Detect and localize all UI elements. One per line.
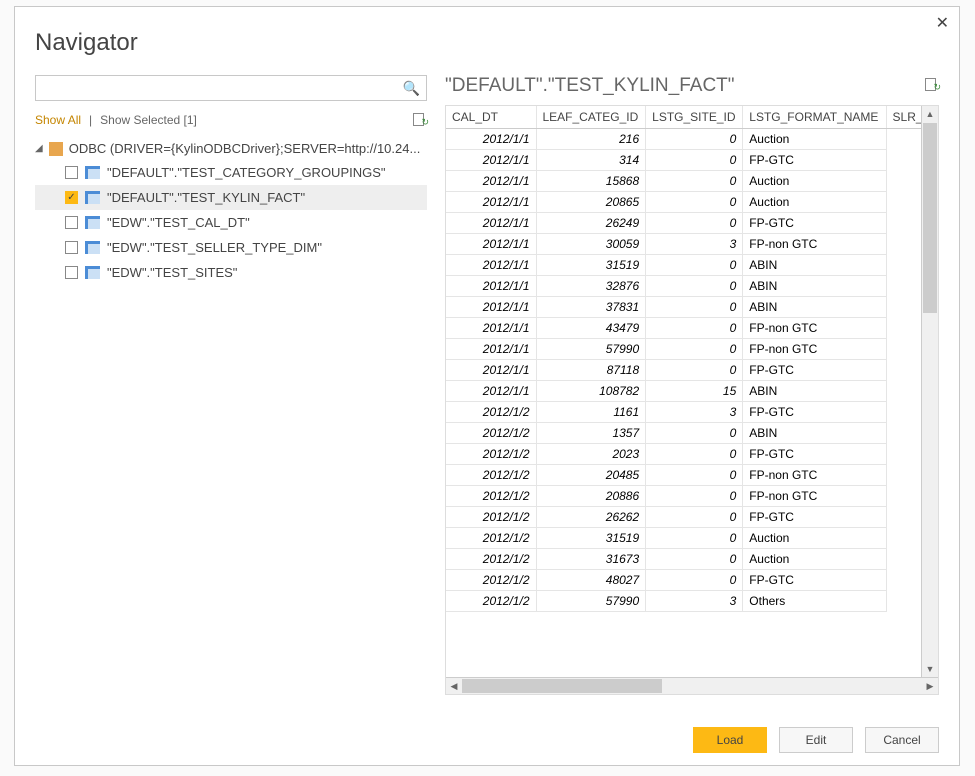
tree-item[interactable]: "DEFAULT"."TEST_CATEGORY_GROUPINGS" [35, 160, 427, 185]
table-row[interactable]: 2012/1/2480270FP-GTC [446, 570, 938, 591]
column-header[interactable]: CAL_DT [446, 106, 536, 129]
table-row[interactable]: 2012/1/2579903Others [446, 591, 938, 612]
checkbox[interactable] [65, 241, 78, 254]
show-selected-link[interactable]: Show Selected [1] [100, 113, 197, 127]
search-icon[interactable]: 🔍 [403, 80, 420, 97]
table-icon [85, 241, 100, 254]
filter-bar: Show All | Show Selected [1] [35, 101, 427, 137]
table-row[interactable]: 2012/1/2262620FP-GTC [446, 507, 938, 528]
close-icon[interactable]: ✕ [936, 13, 949, 33]
edit-button[interactable]: Edit [779, 727, 853, 753]
tree-item[interactable]: ✓ "DEFAULT"."TEST_KYLIN_FACT" [35, 185, 427, 210]
scroll-up-icon: ▲ [922, 106, 938, 122]
preview-title: "DEFAULT"."TEST_KYLIN_FACT" [445, 75, 925, 97]
table-row[interactable]: 2012/1/13140FP-GTC [446, 150, 938, 171]
search-input[interactable] [36, 81, 426, 95]
database-icon [49, 142, 63, 156]
table-row[interactable]: 2012/1/110878215ABIN [446, 381, 938, 402]
dialog-body: 🔍 Show All | Show Selected [1] ◢ ODBC (D… [15, 75, 959, 695]
tree-item[interactable]: "EDW"."TEST_CAL_DT" [35, 210, 427, 235]
table-icon [85, 166, 100, 179]
checkbox[interactable] [65, 166, 78, 179]
dialog-footer: Load Edit Cancel [693, 727, 939, 753]
column-header[interactable]: LSTG_SITE_ID [646, 106, 743, 129]
scroll-thumb[interactable] [923, 123, 937, 313]
table-row[interactable]: 2012/1/2316730Auction [446, 549, 938, 570]
table-row[interactable]: 2012/1/211613FP-GTC [446, 402, 938, 423]
preview-header: "DEFAULT"."TEST_KYLIN_FACT" [445, 75, 939, 105]
source-tree: ◢ ODBC (DRIVER={KylinODBCDriver};SERVER=… [35, 137, 427, 285]
table-row[interactable]: 2012/1/1262490FP-GTC [446, 213, 938, 234]
tree-item-label: "DEFAULT"."TEST_KYLIN_FACT" [107, 190, 305, 205]
table-row[interactable]: 2012/1/2315190Auction [446, 528, 938, 549]
column-header[interactable]: LSTG_FORMAT_NAME [743, 106, 886, 129]
table-row[interactable]: 2012/1/1315190ABIN [446, 255, 938, 276]
table-icon [85, 191, 100, 204]
search-input-wrapper: 🔍 [35, 75, 427, 101]
checkbox[interactable] [65, 216, 78, 229]
tree-root[interactable]: ◢ ODBC (DRIVER={KylinODBCDriver};SERVER=… [35, 137, 427, 160]
scroll-right-icon: ▶ [922, 678, 938, 694]
table-icon [85, 216, 100, 229]
table-row[interactable]: 2012/1/12160Auction [446, 129, 938, 150]
vertical-scrollbar[interactable]: ▲ ▼ [921, 106, 938, 677]
scroll-down-icon: ▼ [922, 661, 938, 677]
navigator-dialog: ✕ Navigator 🔍 Show All | Show Selected [… [14, 6, 960, 766]
table-icon [85, 266, 100, 279]
table-row[interactable]: 2012/1/2208860FP-non GTC [446, 486, 938, 507]
column-header[interactable]: LEAF_CATEG_ID [536, 106, 646, 129]
tree-item[interactable]: "EDW"."TEST_SITES" [35, 260, 427, 285]
tree-item-label: "EDW"."TEST_CAL_DT" [107, 215, 250, 230]
table-row[interactable]: 2012/1/1208650Auction [446, 192, 938, 213]
left-panel: 🔍 Show All | Show Selected [1] ◢ ODBC (D… [35, 75, 445, 695]
table-row[interactable]: 2012/1/2204850FP-non GTC [446, 465, 938, 486]
load-button[interactable]: Load [693, 727, 767, 753]
refresh-icon[interactable] [413, 111, 427, 129]
checkbox[interactable] [65, 266, 78, 279]
scroll-left-icon: ◀ [446, 678, 462, 694]
refresh-preview-icon[interactable] [925, 76, 939, 96]
table-row[interactable]: 2012/1/220230FP-GTC [446, 444, 938, 465]
table-row[interactable]: 2012/1/1300593FP-non GTC [446, 234, 938, 255]
tree-item-label: "DEFAULT"."TEST_CATEGORY_GROUPINGS" [107, 165, 386, 180]
table-row[interactable]: 2012/1/1378310ABIN [446, 297, 938, 318]
tree-root-label: ODBC (DRIVER={KylinODBCDriver};SERVER=ht… [69, 141, 421, 156]
table-row[interactable]: 2012/1/1579900FP-non GTC [446, 339, 938, 360]
tree-item-label: "EDW"."TEST_SITES" [107, 265, 237, 280]
cancel-button[interactable]: Cancel [865, 727, 939, 753]
caret-down-icon[interactable]: ◢ [35, 143, 43, 154]
checkbox[interactable]: ✓ [65, 191, 78, 204]
horizontal-scrollbar[interactable]: ◀ ▶ [446, 677, 938, 694]
tree-item-label: "EDW"."TEST_SELLER_TYPE_DIM" [107, 240, 322, 255]
dialog-title: Navigator [15, 7, 959, 75]
data-table: CAL_DTLEAF_CATEG_IDLSTG_SITE_IDLSTG_FORM… [446, 106, 938, 612]
table-row[interactable]: 2012/1/1328760ABIN [446, 276, 938, 297]
show-all-link[interactable]: Show All [35, 113, 81, 127]
table-row[interactable]: 2012/1/213570ABIN [446, 423, 938, 444]
preview-grid: CAL_DTLEAF_CATEG_IDLSTG_SITE_IDLSTG_FORM… [445, 105, 939, 695]
hscroll-thumb[interactable] [462, 679, 662, 693]
table-row[interactable]: 2012/1/1158680Auction [446, 171, 938, 192]
table-row[interactable]: 2012/1/1434790FP-non GTC [446, 318, 938, 339]
tree-item[interactable]: "EDW"."TEST_SELLER_TYPE_DIM" [35, 235, 427, 260]
right-panel: "DEFAULT"."TEST_KYLIN_FACT" CAL_DTLEAF_C… [445, 75, 939, 695]
table-row[interactable]: 2012/1/1871180FP-GTC [446, 360, 938, 381]
